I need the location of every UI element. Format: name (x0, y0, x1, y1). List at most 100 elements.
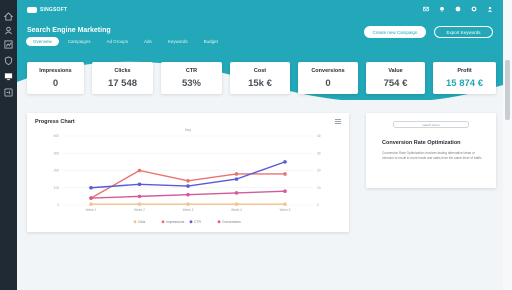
data-point-ctr (89, 185, 93, 190)
y-tick-left: 0 (57, 203, 59, 207)
stat-value: 15k € (248, 78, 272, 89)
settings-icon[interactable] (4, 88, 13, 97)
x-tick-label: Week 4 (231, 208, 242, 212)
y-tick-left: 100 (54, 186, 60, 190)
page-title: Search Engine Marketing (27, 27, 111, 34)
info-body: Conversion Rate Optimization involves te… (382, 151, 483, 160)
data-point-ctr (137, 182, 142, 187)
tab-ad-groups[interactable]: Ad Groups (100, 37, 136, 46)
stat-card-conversions: Conversions 0 (298, 62, 358, 94)
legend-marker (161, 220, 165, 224)
stat-label: Profit (457, 68, 472, 74)
data-point-ctr (186, 184, 190, 188)
app-logo[interactable]: SINGSOFT (27, 5, 67, 15)
info-title: Conversion Rate Optimization (382, 140, 461, 146)
stat-label: CTR (185, 68, 198, 74)
stat-value: 17 548 (107, 78, 138, 89)
chart-icon[interactable] (4, 40, 13, 49)
stat-card-ctr: CTR 53% (161, 62, 222, 94)
stat-label: Impressions (39, 68, 72, 74)
chart-subtitle: Day (185, 128, 191, 132)
logo-text: SINGSOFT (40, 6, 68, 13)
stat-card-impressions: Impressions 0 (27, 62, 84, 94)
stat-value: 0 (52, 78, 59, 89)
tab-budget[interactable]: Budget (197, 37, 225, 46)
legend-marker (133, 220, 137, 224)
series-line-ctr (90, 161, 286, 189)
y-tick-right: 20 (317, 169, 321, 173)
stat-label: Clicks (114, 68, 131, 74)
search-input[interactable]: search terms (393, 121, 469, 128)
tab-ads[interactable]: Ads (137, 37, 159, 46)
progress-chart-card: Day 400 40 300 30 200 20 100 10 0 0 Week 1 Week 2 Wee… (27, 113, 349, 232)
stat-card-profit: Profit 15 874 € (433, 62, 496, 94)
stat-value: 0 (325, 78, 331, 89)
legend-marker (189, 220, 193, 224)
data-point-conversions (234, 191, 239, 195)
home-icon[interactable] (4, 12, 13, 21)
legend-label: Impressions (166, 220, 185, 224)
data-point-click (186, 202, 190, 206)
data-point-conversions (89, 196, 93, 200)
scrollbar-thumb[interactable] (505, 60, 510, 120)
bell-icon[interactable] (439, 6, 445, 12)
stat-value: 15 874 € (446, 78, 483, 89)
legend-label: CTR (194, 220, 202, 224)
legend-label: Click (138, 220, 146, 224)
x-tick-label: Week 1 (86, 208, 97, 212)
stat-value: 53% (181, 78, 201, 89)
legend-marker (217, 220, 221, 224)
data-point-ctr (234, 177, 239, 181)
data-point-ctr (283, 160, 287, 164)
user-icon[interactable] (4, 26, 13, 35)
stat-card-value: Value 754 € (366, 62, 425, 94)
tab-keywords[interactable]: Keywords (161, 37, 195, 46)
legend-label: Conversions (222, 220, 241, 224)
gear-icon[interactable] (471, 6, 477, 12)
shield-icon[interactable] (4, 56, 13, 65)
top-icons (423, 6, 493, 12)
stat-card-cost: Cost 15k € (230, 62, 290, 94)
tab-overview[interactable]: Overview (26, 37, 59, 46)
scrollbar[interactable] (503, 0, 512, 290)
stat-label: Cost (253, 68, 267, 74)
monitor-icon[interactable] (4, 72, 13, 81)
stat-card-clicks: Clicks 17 548 (92, 62, 153, 94)
data-point-conversions (137, 194, 142, 199)
y-tick-left: 200 (54, 169, 60, 173)
y-tick-right: 40 (317, 134, 321, 138)
create-campaign-button[interactable]: Create new Campaign (364, 26, 426, 38)
data-point-conversions (186, 192, 190, 197)
x-tick-label: Week 3 (183, 208, 194, 212)
x-tick-label: Week 2 (134, 208, 145, 212)
data-point-impressions (137, 168, 142, 173)
data-point-click (137, 202, 142, 206)
menu-icon[interactable] (335, 119, 341, 124)
chart-title: Progress Chart (35, 119, 75, 125)
tab-campaigns[interactable]: Campaigns (61, 37, 98, 46)
data-point-impressions (283, 172, 287, 176)
info-card: search terms Conversion Rate Optimizatio… (366, 113, 496, 188)
stat-label: Value (388, 68, 403, 74)
stat-value: 754 € (383, 78, 408, 89)
help-icon[interactable] (455, 6, 461, 12)
mail-icon[interactable] (423, 6, 429, 12)
y-tick-right: 30 (317, 151, 321, 155)
data-point-conversions (283, 189, 287, 193)
user-icon[interactable] (487, 6, 493, 12)
stat-label: Conversions (311, 68, 345, 74)
progress-chart: Day400 40300 30200 20100 100 0Week 1 Week 2 Wee… (54, 128, 321, 224)
sidebar (0, 0, 17, 290)
data-point-impressions (234, 172, 239, 176)
data-point-click (283, 202, 287, 206)
tab-bar: Overview Campaigns Ad Groups Ads Keyword… (26, 37, 227, 46)
x-tick-label: Week 5 (280, 208, 291, 212)
data-point-impressions (186, 179, 190, 183)
logo-mark (27, 7, 37, 13)
data-point-click (234, 202, 239, 206)
y-tick-right: 0 (317, 203, 319, 207)
y-tick-left: 400 (54, 134, 60, 138)
data-point-click (89, 202, 93, 206)
export-keywords-button[interactable]: Export Keywords (434, 26, 493, 38)
y-tick-left: 300 (54, 151, 60, 155)
